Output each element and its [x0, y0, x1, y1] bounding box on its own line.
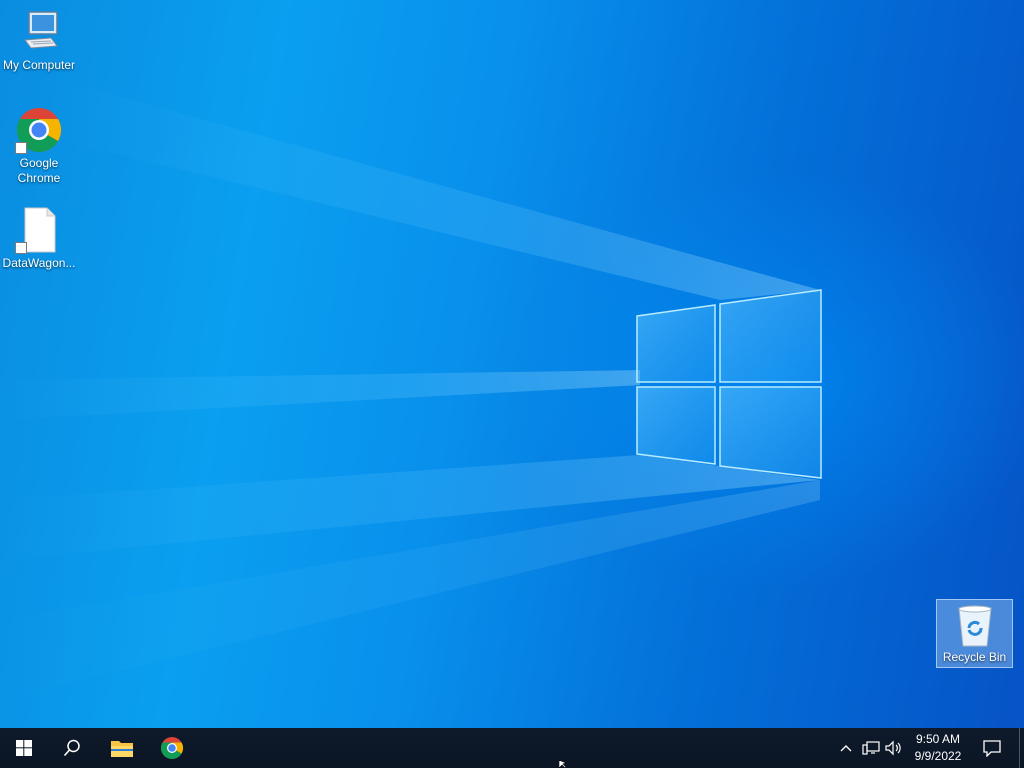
search-icon: [63, 739, 80, 757]
network-icon: [862, 741, 880, 755]
desktop-icon-label: Recycle Bin: [942, 650, 1007, 664]
taskbar-clock[interactable]: 9:50 AM 9/9/2022: [908, 731, 968, 765]
wallpaper-light-beams: [0, 80, 822, 700]
chrome-icon: [161, 737, 183, 759]
desktop-icon-label: My Computer: [2, 58, 76, 72]
shortcut-arrow-icon: [15, 142, 27, 154]
desktop-icon-label: Google Chrome: [17, 156, 61, 185]
desktop-icon-label: DataWagon...: [2, 256, 76, 270]
action-center-button[interactable]: [976, 728, 1008, 768]
shortcut-arrow-icon: [15, 242, 27, 254]
mouse-cursor-icon: [559, 760, 567, 768]
computer-icon: [15, 8, 63, 56]
chrome-icon: [15, 106, 63, 154]
windows-wallpaper-logo: [636, 289, 822, 479]
desktop-icon-google-chrome[interactable]: Google Chrome: [0, 106, 78, 186]
search-button[interactable]: [48, 728, 96, 768]
chevron-up-icon: [840, 745, 852, 752]
file-explorer-icon: [111, 741, 133, 757]
show-hidden-icons-button[interactable]: [836, 728, 856, 768]
file-shortcut-icon: [15, 206, 63, 254]
taskbar-chrome[interactable]: [148, 728, 196, 768]
action-center-icon: [983, 740, 1001, 757]
clock-time: 9:50 AM: [915, 732, 961, 746]
start-button[interactable]: [0, 728, 48, 768]
clock-date: 9/9/2022: [914, 749, 962, 763]
desktop-icon-my-computer[interactable]: My Computer: [0, 8, 78, 73]
windows-logo-icon: [16, 740, 32, 756]
desktop-background: My Computer Google Chrome DataWagon... R…: [0, 0, 1024, 728]
taskbar-file-explorer[interactable]: [98, 728, 146, 768]
desktop-icon-datawagon[interactable]: DataWagon...: [0, 206, 78, 271]
recycle-bin-icon: [953, 604, 997, 648]
desktop-icon-recycle-bin[interactable]: Recycle Bin: [936, 599, 1013, 668]
network-status-button[interactable]: [859, 728, 883, 768]
volume-button[interactable]: [883, 728, 905, 768]
volume-icon: [885, 740, 901, 756]
taskbar: 9:50 AM 9/9/2022: [0, 728, 1024, 768]
show-desktop-button[interactable]: [1019, 728, 1020, 768]
